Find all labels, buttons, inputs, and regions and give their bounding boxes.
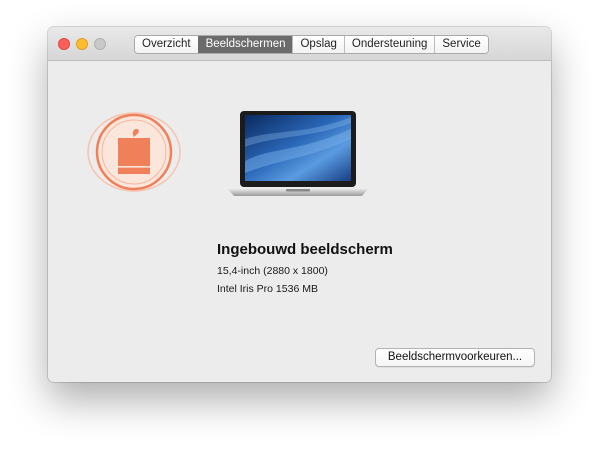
tab-ondersteuning[interactable]: Ondersteuning bbox=[343, 36, 435, 53]
display-preferences-button[interactable]: Beeldschermvoorkeuren... bbox=[375, 348, 535, 367]
minimize-icon[interactable] bbox=[76, 38, 88, 50]
title-bar[interactable]: Overzicht Beeldschermen Opslag Ondersteu… bbox=[48, 27, 551, 61]
tab-beeldschermen[interactable]: Beeldschermen bbox=[197, 36, 293, 53]
orange-apple-stamp-logo bbox=[87, 112, 181, 192]
tab-bar: Overzicht Beeldschermen Opslag Ondersteu… bbox=[134, 35, 489, 54]
display-resolution: 15,4-inch (2880 x 1800) bbox=[217, 265, 328, 277]
graphics-card: Intel Iris Pro 1536 MB bbox=[217, 283, 318, 295]
display-name: Ingebouwd beeldscherm bbox=[217, 241, 393, 258]
tab-service[interactable]: Service bbox=[434, 36, 488, 53]
displays-pane: Ingebouwd beeldscherm 15,4-inch (2880 x … bbox=[48, 61, 551, 382]
macbook-pro-icon bbox=[228, 111, 368, 196]
about-this-mac-window: Overzicht Beeldschermen Opslag Ondersteu… bbox=[48, 27, 551, 382]
close-icon[interactable] bbox=[58, 38, 70, 50]
zoom-icon[interactable] bbox=[94, 38, 106, 50]
tab-opslag[interactable]: Opslag bbox=[292, 36, 344, 53]
tab-overzicht[interactable]: Overzicht bbox=[135, 36, 198, 53]
